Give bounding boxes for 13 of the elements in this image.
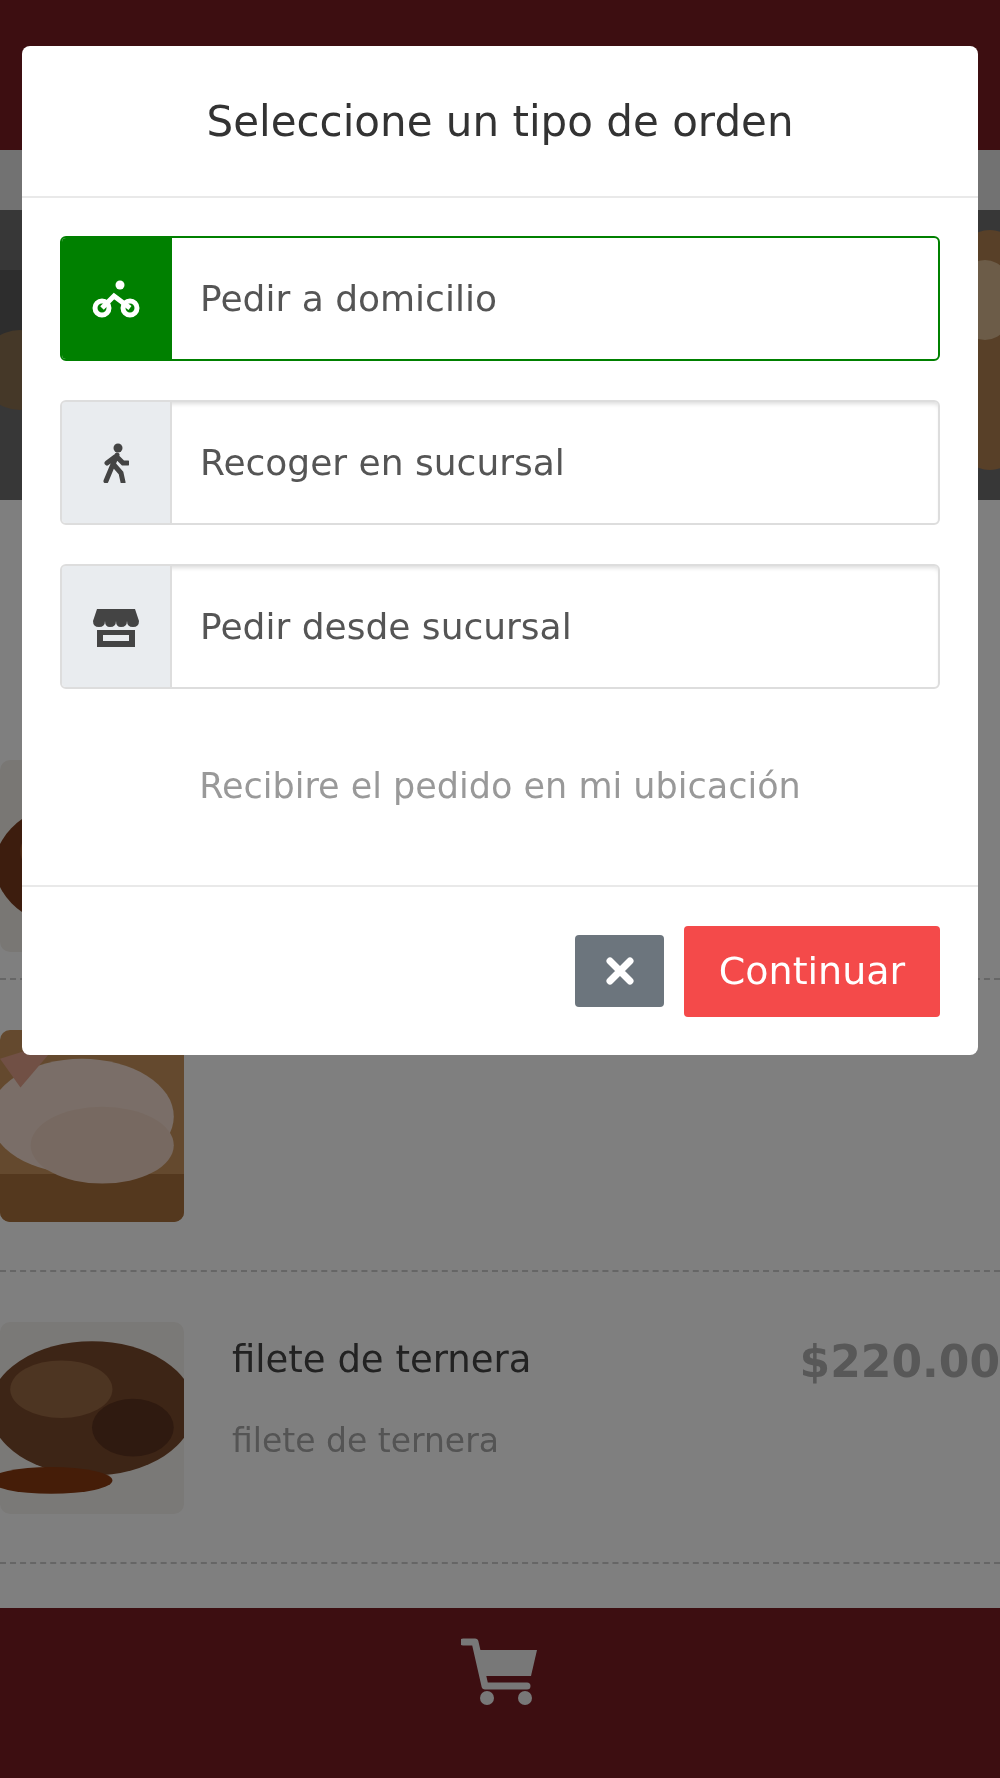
continue-button[interactable]: Continuar (684, 925, 940, 1017)
product-name: filete de ternera (232, 1338, 533, 1381)
bicycle-icon (92, 279, 140, 318)
order-option[interactable]: Pedir desde sucursal (60, 564, 940, 689)
order-option[interactable]: Recoger en sucursal (60, 400, 940, 525)
store-icon (93, 606, 139, 647)
walking-person-icon (103, 442, 129, 483)
close-icon (605, 957, 634, 985)
close-button[interactable] (575, 935, 664, 1007)
order-option[interactable]: Pedir a domicilio (60, 236, 940, 361)
cart-icon[interactable] (461, 1638, 539, 1706)
option-hint: Recibire el pedido en mi ubicación (198, 766, 802, 806)
dialog-title: Seleccione un tipo de orden (206, 96, 794, 146)
